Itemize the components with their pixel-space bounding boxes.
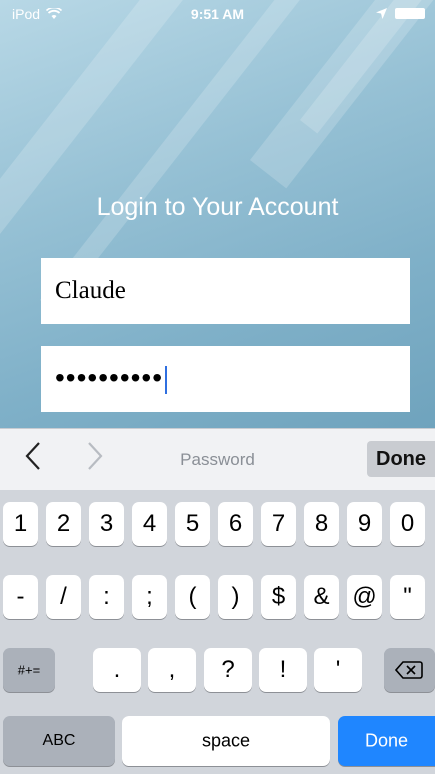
keyboard-accessory-bar: Password Done [0, 428, 435, 490]
key-3[interactable]: 3 [89, 502, 124, 546]
key-9[interactable]: 9 [347, 502, 382, 546]
password-value: •••••••••• [55, 362, 168, 394]
key-label: 4 [142, 510, 157, 537]
key-period[interactable]: . [93, 648, 141, 692]
keyboard: 1 2 3 4 5 6 7 8 9 0 - / : ; ( ) $ & @ " … [0, 490, 435, 774]
key-label: 8 [314, 510, 329, 537]
key-label: 1 [13, 510, 28, 537]
key-7[interactable]: 7 [261, 502, 296, 546]
key-label: $ [271, 583, 286, 610]
key-label: 2 [56, 510, 71, 537]
key-label: . [113, 656, 121, 683]
key-space[interactable]: space [122, 716, 330, 766]
username-value: Claude [55, 277, 126, 304]
status-time: 9:51 AM [190, 6, 245, 22]
key-dollar[interactable]: $ [261, 575, 296, 619]
key-label: 5 [185, 510, 200, 537]
key-5[interactable]: 5 [175, 502, 210, 546]
key-label: 7 [271, 510, 286, 537]
status-right [376, 8, 425, 19]
text-caret [165, 365, 168, 394]
key-label: 9 [357, 510, 372, 537]
key-label: - [16, 583, 25, 610]
key-label: ! [279, 656, 287, 683]
key-symbols-toggle[interactable]: #+= [3, 648, 55, 692]
key-label: ? [221, 656, 235, 683]
key-8[interactable]: 8 [304, 502, 339, 546]
backspace-icon [395, 661, 423, 679]
key-exclamation[interactable]: ! [259, 648, 307, 692]
key-hyphen[interactable]: - [3, 575, 38, 619]
key-label: ( [188, 583, 197, 610]
key-label: & [313, 583, 330, 610]
login-background: iPod 9:51 AM Login to Your Account Claud… [0, 0, 435, 428]
key-close-paren[interactable]: ) [218, 575, 253, 619]
key-done[interactable]: Done [338, 716, 435, 766]
key-label: space [201, 730, 251, 751]
key-label: 6 [228, 510, 243, 537]
key-label: ABC [42, 732, 76, 749]
key-quote[interactable]: " [390, 575, 425, 619]
key-0[interactable]: 0 [390, 502, 425, 546]
status-bar: iPod 9:51 AM [0, 0, 435, 30]
key-open-paren[interactable]: ( [175, 575, 210, 619]
key-label: 0 [400, 510, 415, 537]
key-comma[interactable]: , [148, 648, 196, 692]
battery-icon [395, 8, 425, 19]
key-slash[interactable]: / [46, 575, 81, 619]
key-4[interactable]: 4 [132, 502, 167, 546]
key-label: #+= [17, 662, 41, 678]
key-ampersand[interactable]: & [304, 575, 339, 619]
username-field[interactable]: Claude [41, 258, 410, 324]
key-question[interactable]: ? [204, 648, 252, 692]
key-label: ' [335, 656, 341, 683]
key-apostrophe[interactable]: ' [314, 648, 362, 692]
key-label: / [60, 583, 67, 610]
key-6[interactable]: 6 [218, 502, 253, 546]
key-semicolon[interactable]: ; [132, 575, 167, 619]
key-at[interactable]: @ [347, 575, 382, 619]
accessory-done-button[interactable]: Done [367, 441, 435, 477]
key-label: , [168, 656, 176, 683]
page-title: Login to Your Account [96, 193, 339, 221]
key-2[interactable]: 2 [46, 502, 81, 546]
password-mask: •••••••••• [55, 362, 164, 393]
key-label: ; [146, 583, 153, 610]
key-colon[interactable]: : [89, 575, 124, 619]
password-field[interactable]: •••••••••• [41, 346, 410, 412]
location-icon [376, 8, 387, 19]
key-label: 3 [99, 510, 114, 537]
key-label: : [103, 583, 110, 610]
key-label: @ [352, 583, 377, 610]
key-1[interactable]: 1 [3, 502, 38, 546]
key-abc[interactable]: ABC [3, 716, 115, 766]
key-label: " [403, 583, 412, 610]
key-label: ) [231, 583, 240, 610]
key-label: Done [364, 730, 409, 751]
backspace-key[interactable] [384, 648, 435, 692]
